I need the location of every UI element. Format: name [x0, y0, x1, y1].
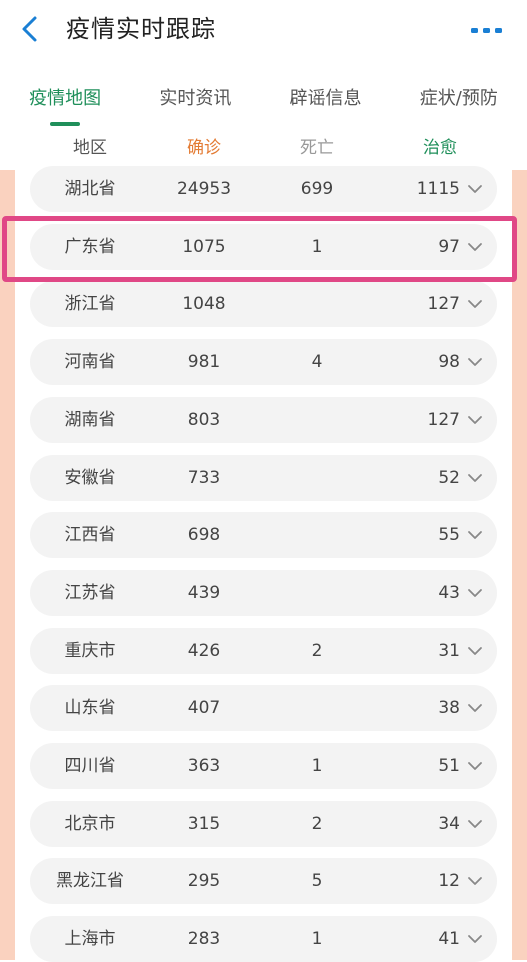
cured-cell: 12	[438, 871, 460, 892]
tab-bar: 疫情地图 实时资讯 辟谣信息 症状/预防	[0, 64, 527, 126]
page-title: 疫情实时跟踪	[66, 15, 216, 43]
header-confirmed: 确诊	[187, 138, 221, 158]
chevron-down-icon[interactable]	[466, 469, 484, 487]
table-header: 地区 确诊 死亡 治愈	[0, 126, 527, 170]
region-cell: 江西省	[64, 525, 116, 546]
region-cell: 山东省	[64, 698, 116, 719]
confirmed-cell: 283	[187, 929, 221, 950]
cured-cell: 38	[438, 698, 460, 719]
cured-cell: 1115	[416, 179, 460, 199]
tab-rumor-info[interactable]: 辟谣信息	[290, 64, 362, 110]
region-cell: 北京市	[64, 813, 116, 834]
deaths-cell: 1	[311, 236, 323, 257]
deaths-cell: 1	[311, 756, 323, 776]
cured-cell: 34	[438, 813, 460, 834]
cured-cell: 43	[438, 582, 460, 603]
chevron-down-icon[interactable]	[466, 411, 484, 429]
more-dots-icon[interactable]	[467, 16, 507, 44]
region-table: 地区 确诊 死亡 治愈 湖北省 24953 699 1115 广东省 1075 1 97 浙江省…	[0, 126, 527, 962]
cured-cell: 55	[438, 525, 460, 546]
header-region: 地区	[73, 138, 107, 158]
chevron-down-icon[interactable]	[466, 584, 484, 602]
table-row[interactable]: 湖南省 803 127	[30, 396, 497, 443]
cured-cell: 51	[438, 756, 460, 776]
region-cell: 重庆市	[64, 640, 116, 661]
chevron-down-icon[interactable]	[466, 757, 484, 775]
region-cell: 江苏省	[64, 582, 116, 603]
side-strip-left	[0, 170, 15, 960]
confirmed-cell: 1075	[182, 236, 226, 257]
region-cell: 河南省	[64, 352, 116, 373]
chevron-left-icon[interactable]	[14, 12, 48, 46]
chevron-down-icon[interactable]	[466, 699, 484, 717]
chevron-down-icon[interactable]	[466, 353, 484, 371]
header-deaths: 死亡	[300, 138, 334, 158]
deaths-cell: 699	[300, 179, 334, 199]
confirmed-cell: 439	[187, 582, 221, 603]
table-row[interactable]: 河南省 981 4 98	[30, 339, 497, 386]
side-strip-right	[512, 170, 527, 960]
chevron-down-icon[interactable]	[466, 642, 484, 660]
cured-cell: 127	[427, 294, 460, 315]
region-cell: 浙江省	[64, 294, 116, 315]
deaths-cell: 1	[311, 929, 323, 950]
tab-symptoms-prevention[interactable]: 症状/预防	[420, 64, 498, 110]
region-cell: 安徽省	[64, 467, 116, 488]
confirmed-cell: 426	[187, 640, 221, 661]
cured-cell: 97	[438, 236, 460, 257]
table-row[interactable]: 上海市 283 1 41	[30, 916, 497, 962]
region-cell: 广东省	[64, 236, 116, 257]
chevron-down-icon[interactable]	[466, 295, 484, 313]
region-cell: 上海市	[64, 929, 116, 950]
chevron-down-icon[interactable]	[466, 526, 484, 544]
cured-cell: 98	[438, 352, 460, 373]
region-cell: 四川省	[64, 756, 116, 776]
table-row[interactable]: 北京市 315 2 34	[30, 800, 497, 847]
confirmed-cell: 407	[187, 698, 221, 719]
confirmed-cell: 24953	[176, 179, 232, 199]
confirmed-cell: 363	[187, 756, 221, 776]
deaths-cell: 2	[311, 813, 323, 834]
deaths-cell: 2	[311, 640, 323, 661]
table-row[interactable]: 浙江省 1048 127	[30, 281, 497, 328]
cured-cell: 52	[438, 467, 460, 488]
cured-cell: 127	[427, 409, 460, 430]
table-row[interactable]: 安徽省 733 52	[30, 454, 497, 501]
chevron-down-icon[interactable]	[466, 815, 484, 833]
table-row[interactable]: 重庆市 426 2 31	[30, 627, 497, 674]
deaths-cell: 4	[311, 352, 323, 373]
table-row[interactable]: 江苏省 439 43	[30, 569, 497, 616]
region-cell: 湖北省	[64, 179, 116, 199]
region-cell: 黑龙江省	[56, 871, 124, 892]
confirmed-cell: 698	[187, 525, 221, 546]
deaths-cell: 5	[311, 871, 323, 892]
cured-cell: 41	[438, 929, 460, 950]
chevron-down-icon[interactable]	[466, 180, 484, 198]
region-cell: 湖南省	[64, 409, 116, 430]
table-row[interactable]: 黑龙江省 295 5 12	[30, 858, 497, 905]
table-row[interactable]: 江西省 698 55	[30, 512, 497, 559]
confirmed-cell: 1048	[182, 294, 226, 315]
tab-epidemic-map[interactable]: 疫情地图	[29, 64, 101, 126]
table-row[interactable]: 广东省 1075 1 97	[30, 223, 497, 270]
chevron-down-icon[interactable]	[466, 872, 484, 890]
app-header: 疫情实时跟踪	[0, 0, 527, 60]
confirmed-cell: 981	[187, 352, 221, 373]
chevron-down-icon[interactable]	[466, 930, 484, 948]
confirmed-cell: 803	[187, 409, 221, 430]
table-row[interactable]: 湖北省 24953 699 1115	[30, 166, 497, 212]
table-row[interactable]: 四川省 363 1 51	[30, 743, 497, 789]
table-row[interactable]: 山东省 407 38	[30, 685, 497, 732]
cured-cell: 31	[438, 640, 460, 661]
confirmed-cell: 295	[187, 871, 221, 892]
tab-realtime-news[interactable]: 实时资讯	[159, 64, 231, 110]
header-cured: 治愈	[423, 138, 457, 158]
confirmed-cell: 733	[187, 467, 221, 488]
chevron-down-icon[interactable]	[466, 238, 484, 256]
confirmed-cell: 315	[187, 813, 221, 834]
